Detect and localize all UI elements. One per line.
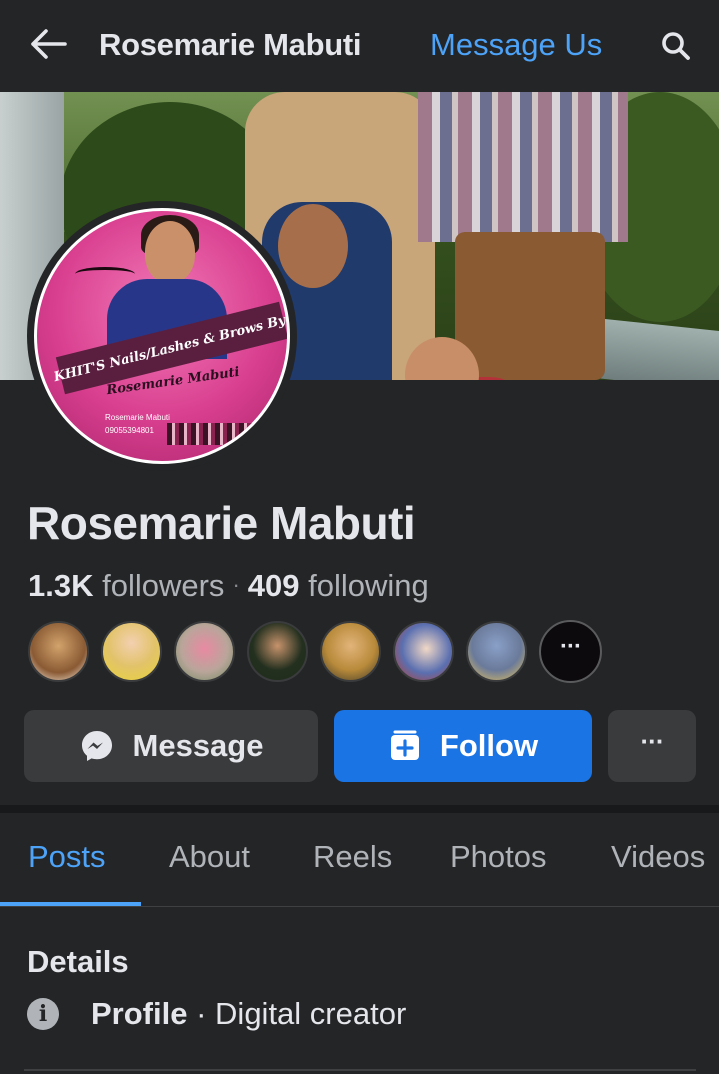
lashes-graphic <box>75 267 135 281</box>
detail-value: Digital creator <box>215 996 407 1031</box>
detail-label: Profile <box>91 996 188 1031</box>
tab-photos[interactable]: Photos <box>450 839 547 875</box>
top-app-bar: Rosemarie Mabuti Message Us <box>0 0 719 90</box>
follower-avatar[interactable] <box>393 621 454 682</box>
more-followers-label: ··· <box>560 632 582 660</box>
avatar-portrait <box>145 221 195 283</box>
section-divider <box>0 805 719 813</box>
message-button-label: Message <box>132 728 264 763</box>
detail-separator: · <box>196 996 207 1031</box>
avatar-contact-phone: 09055394801 <box>105 426 154 435</box>
back-arrow-icon[interactable] <box>26 24 70 64</box>
follow-button-label: Follow <box>439 728 539 763</box>
cover-person <box>418 92 628 242</box>
follower-avatar[interactable] <box>28 621 89 682</box>
more-options-icon: ··· <box>640 725 665 756</box>
tab-about[interactable]: About <box>169 839 250 875</box>
avatar-contact-name: Rosemarie Mabuti <box>105 413 170 422</box>
search-icon[interactable] <box>656 26 696 66</box>
follower-avatar[interactable] <box>320 621 381 682</box>
detail-text: Profile · Digital creator <box>91 996 406 1032</box>
detail-row-profile: i Profile · Digital creator <box>27 996 406 1032</box>
follower-avatars: ··· <box>28 620 602 683</box>
messenger-icon <box>79 728 115 764</box>
nail-polish-graphic <box>167 423 257 445</box>
follower-avatar[interactable] <box>247 621 308 682</box>
tab-videos[interactable]: Videos <box>611 839 705 875</box>
more-followers-button[interactable]: ··· <box>539 620 602 683</box>
profile-name: Rosemarie Mabuti <box>27 497 416 549</box>
message-us-link[interactable]: Message Us <box>430 27 602 63</box>
follower-avatar[interactable] <box>174 621 235 682</box>
cover-person <box>455 232 605 380</box>
profile-tabs: Posts About Reels Photos Videos <box>0 813 719 907</box>
following-label: following <box>308 568 429 603</box>
stats-separator: · <box>232 572 240 597</box>
cover-child <box>278 204 348 288</box>
details-heading: Details <box>27 944 129 979</box>
following-link[interactable]: 409 following <box>248 568 429 603</box>
more-options-button[interactable]: ··· <box>608 710 696 782</box>
followers-link[interactable]: 1.3K followers <box>28 568 224 603</box>
message-button[interactable]: Message <box>24 710 318 782</box>
follow-icon <box>388 729 422 763</box>
info-icon: i <box>27 998 59 1030</box>
follower-avatar[interactable] <box>466 621 527 682</box>
follower-avatar[interactable] <box>101 621 162 682</box>
avatar-contacts: Rosemarie Mabuti 09055394801 <box>105 411 170 437</box>
follow-stats: 1.3K followers · 409 following <box>28 568 429 604</box>
followers-count: 1.3K <box>28 568 94 603</box>
details-divider <box>24 1069 696 1071</box>
page-title: Rosemarie Mabuti <box>99 27 362 62</box>
tab-reels[interactable]: Reels <box>313 839 392 875</box>
tab-posts[interactable]: Posts <box>28 839 106 875</box>
following-count: 409 <box>247 568 300 603</box>
tabs-divider <box>0 906 719 907</box>
avatar[interactable]: KHIT'S Nails/Lashes & Brows By: Rosemari… <box>34 208 290 464</box>
follow-button[interactable]: Follow <box>334 710 592 782</box>
followers-label: followers <box>102 568 225 603</box>
